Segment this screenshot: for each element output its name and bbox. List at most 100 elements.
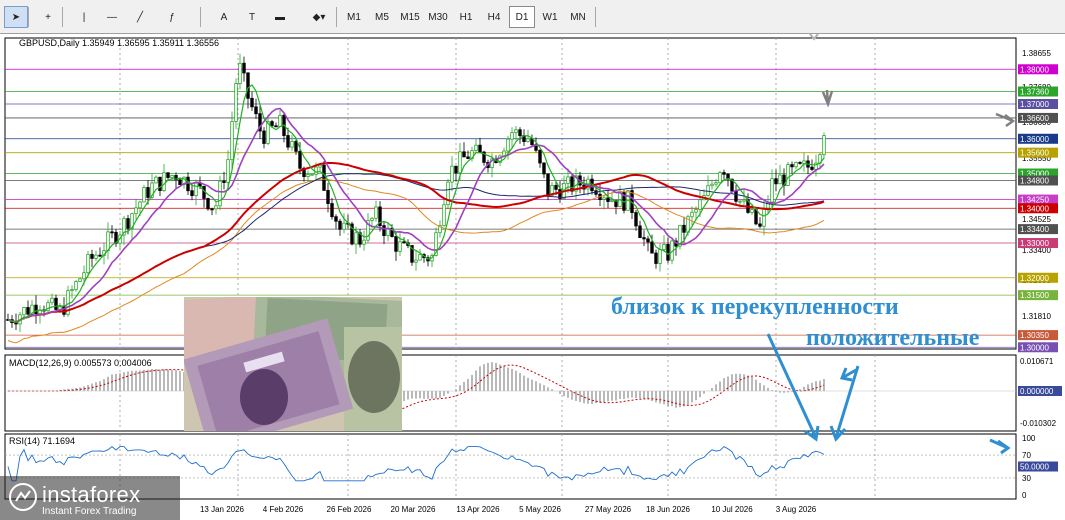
candle-body [778, 174, 782, 185]
candle-body [602, 197, 606, 200]
chart-title: GBPUSD,Daily 1.35949 1.36595 1.35911 1.3… [19, 38, 219, 48]
candle-body [682, 224, 686, 233]
candle-body [86, 253, 90, 274]
candle-body [790, 164, 794, 168]
timeframe-m15[interactable]: M15 [397, 6, 423, 28]
candle-body [250, 97, 254, 108]
candle-body [218, 180, 222, 207]
candle-body [714, 182, 718, 185]
candle-body [298, 150, 302, 169]
candle-body [314, 166, 318, 175]
candle-body [786, 164, 790, 186]
candle-body [758, 223, 762, 227]
chart-area[interactable]: 1.386551.376801.366001.355501.345251.334… [0, 34, 1065, 520]
candle-body [318, 164, 322, 168]
candle-body [322, 164, 326, 191]
toolbar-separator [200, 7, 201, 27]
candle-body [270, 121, 274, 127]
crosshair-icon[interactable]: + [36, 6, 60, 28]
candle-body [194, 182, 198, 196]
candle-body [694, 209, 698, 213]
horizontal-line-icon[interactable]: — [100, 6, 124, 28]
candle-body [698, 199, 702, 210]
date-axis-label: 26 Feb 2026 [327, 505, 372, 514]
candle-body [458, 151, 462, 174]
candle-body [242, 62, 246, 74]
macd-axis-label: 0.000000 [1020, 387, 1054, 396]
candle-body [646, 238, 650, 243]
candle-body [370, 217, 374, 221]
price-axis-label: 1.38655 [1022, 49, 1051, 58]
candle-body [538, 149, 542, 164]
candle-body [78, 278, 82, 282]
date-axis-label: 18 Jun 2026 [646, 505, 691, 514]
candle-body [546, 173, 550, 196]
candle-body [90, 253, 94, 259]
candle-body [214, 205, 218, 210]
shapes-icon[interactable]: ◆▾ [304, 6, 334, 28]
candle-body [22, 307, 26, 316]
timeframe-m1[interactable]: M1 [341, 6, 367, 28]
candle-body [50, 297, 54, 304]
rectangle-icon[interactable]: ▬ [268, 6, 292, 28]
instaforex-logo-icon [9, 483, 37, 511]
macd-title: MACD(12,26,9) 0.005573 0.004006 [9, 358, 152, 368]
banknotes-image [184, 297, 402, 431]
toolbar-separator [28, 7, 29, 27]
candle-body [382, 225, 386, 236]
candle-body [330, 203, 334, 218]
candle-body [126, 218, 130, 229]
candle-body [774, 178, 778, 185]
candle-body [374, 206, 378, 219]
fibonacci-icon[interactable]: ƒ [160, 6, 184, 28]
candle-body [110, 231, 114, 234]
timeframe-mn[interactable]: MN [565, 6, 591, 28]
candle-body [138, 201, 142, 209]
timeframe-m30[interactable]: M30 [425, 6, 451, 28]
candle-body [398, 241, 402, 252]
candle-body [554, 184, 558, 190]
candle-body [606, 197, 610, 202]
cursor-icon[interactable]: ➤ [4, 6, 28, 28]
timeframe-d1[interactable]: D1 [509, 6, 535, 28]
candle-body [34, 304, 38, 315]
candle-body [54, 297, 58, 310]
candle-body [734, 190, 738, 202]
candle-body [454, 165, 458, 174]
candle-body [566, 176, 570, 184]
price-axis-label: 1.31810 [1022, 312, 1051, 321]
candle-body [414, 259, 418, 263]
macd-axis-label: 0.010671 [1020, 357, 1054, 366]
candle-body [526, 138, 530, 142]
candle-body [94, 254, 98, 259]
candle-body [70, 289, 74, 292]
candle-body [450, 165, 454, 183]
candle-body [634, 212, 638, 227]
price-chart[interactable]: 1.386551.376801.366001.355501.345251.334… [0, 34, 1065, 520]
candle-body [210, 208, 214, 211]
rsi-axis-label: 0 [1022, 491, 1027, 500]
candle-body [134, 207, 138, 215]
timeframe-m5[interactable]: M5 [369, 6, 395, 28]
timeframe-h4[interactable]: H4 [481, 6, 507, 28]
level-price-label: 1.33400 [1020, 225, 1049, 234]
date-axis-label: 20 Mar 2026 [391, 505, 436, 514]
candle-body [106, 231, 110, 251]
candle-body [762, 207, 766, 227]
level-price-label: 1.33000 [1020, 239, 1049, 248]
trendline-icon[interactable]: ╱ [128, 6, 152, 28]
date-axis-label: 4 Feb 2026 [263, 505, 304, 514]
candle-body [98, 254, 102, 257]
text-icon[interactable]: A [212, 6, 236, 28]
level-price-label: 1.36600 [1020, 114, 1049, 123]
candle-body [718, 172, 722, 184]
level-price-label: 1.37360 [1020, 88, 1049, 97]
date-axis-label: 5 May 2026 [519, 505, 561, 514]
candle-body [262, 130, 266, 144]
timeframe-w1[interactable]: W1 [537, 6, 563, 28]
candle-body [478, 144, 482, 153]
timeframe-h1[interactable]: H1 [453, 6, 479, 28]
level-price-label: 1.34800 [1020, 176, 1049, 185]
vertical-line-icon[interactable]: | [72, 6, 96, 28]
text-label-icon[interactable]: T [240, 6, 264, 28]
